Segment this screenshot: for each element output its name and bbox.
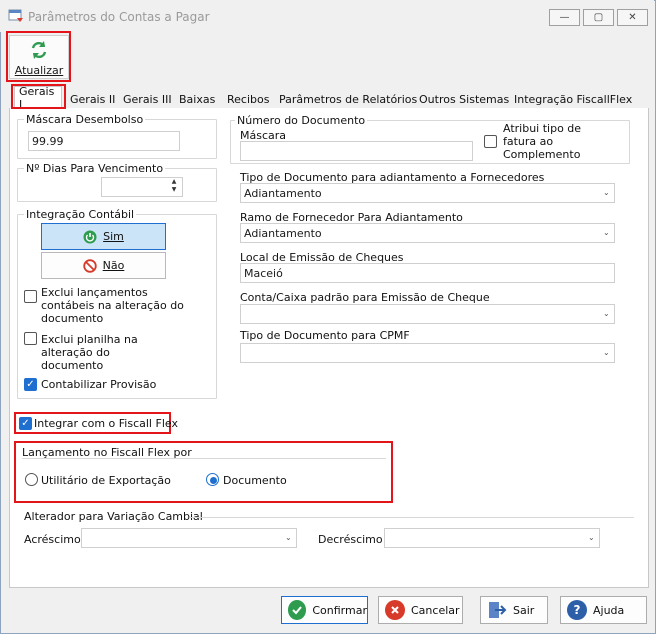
- spin-down-icon[interactable]: ▼: [167, 186, 181, 194]
- local-emissao-input[interactable]: Maceió: [240, 263, 615, 283]
- no-entry-icon: [82, 258, 97, 273]
- conta-caixa-label: Conta/Caixa padrão para Emissão de Chequ…: [240, 291, 490, 304]
- maximize-icon: ▢: [593, 12, 604, 23]
- refresh-icon: [31, 41, 47, 59]
- documento-label: Documento: [223, 474, 287, 487]
- decrescimo-label: Decréscimo: [318, 533, 383, 546]
- contabilizar-provisao-label: Contabilizar Provisão: [41, 378, 157, 391]
- cancel-icon: [385, 600, 405, 620]
- tab-baixas[interactable]: Baixas: [175, 90, 219, 108]
- chevron-down-icon: ⌄: [285, 533, 292, 542]
- minimize-icon: —: [559, 12, 570, 23]
- refresh-label: Atualizar: [14, 64, 64, 77]
- tab-gerais-iii[interactable]: Gerais III: [119, 90, 176, 108]
- cambial-divider: [190, 517, 634, 518]
- lancamento-divider: [22, 458, 386, 459]
- sim-label: Sim: [103, 230, 124, 243]
- chevron-down-icon: ⌄: [603, 348, 610, 357]
- chevron-down-icon: ⌄: [588, 533, 595, 542]
- close-button[interactable]: ✕: [617, 9, 648, 26]
- acrescimo-select[interactable]: ⌄: [81, 528, 297, 548]
- conta-caixa-select[interactable]: ⌄: [240, 304, 615, 324]
- mascara-input[interactable]: [240, 141, 473, 161]
- tab-parametros-relatorios[interactable]: Parâmetros de Relatórios: [275, 90, 421, 108]
- maximize-button[interactable]: ▢: [583, 9, 614, 26]
- chevron-down-icon: ⌄: [603, 228, 610, 237]
- confirmar-button[interactable]: Confirmar: [281, 596, 368, 624]
- contabilizar-provisao-checkbox[interactable]: ✓: [24, 378, 37, 391]
- mascara-desembolso-input[interactable]: 99.99: [28, 131, 180, 151]
- exclui-planilha-label: Exclui planilha na alteração do document…: [41, 333, 138, 372]
- app-icon: [8, 9, 23, 22]
- acrescimo-label: Acréscimo: [24, 533, 81, 546]
- window-title: Parâmetros do Contas a Pagar: [28, 10, 210, 24]
- tab-outros-sistemas[interactable]: Outros Sistemas: [415, 90, 513, 108]
- tipo-doc-adiantamento-select[interactable]: Adiantamento ⌄: [240, 183, 615, 203]
- tab-gerais-ii[interactable]: Gerais II: [66, 90, 119, 108]
- exclui-lancamentos-checkbox[interactable]: [24, 290, 37, 303]
- refresh-button[interactable]: Atualizar: [9, 35, 69, 79]
- integracao-contabil-label: Integração Contábil: [24, 208, 137, 221]
- ramo-fornecedor-select[interactable]: Adiantamento ⌄: [240, 223, 615, 243]
- minimize-button[interactable]: —: [549, 9, 580, 26]
- numero-documento-label: Número do Documento: [235, 114, 368, 127]
- atribui-tipo-label: Atribui tipo de fatura ao Complemento: [503, 122, 582, 161]
- nao-button[interactable]: Não: [41, 252, 166, 279]
- tab-recibos[interactable]: Recibos: [223, 90, 273, 108]
- tipo-doc-cpmf-select[interactable]: ⌄: [240, 343, 615, 363]
- nao-label: Não: [102, 259, 125, 272]
- integrar-fiscall-label: Integrar com o Fiscall Flex: [34, 417, 178, 430]
- confirmar-label: Confirmar: [312, 603, 367, 617]
- tipo-doc-cpmf-label: Tipo de Documento para CPMF: [240, 329, 410, 342]
- cancelar-button[interactable]: Cancelar: [378, 596, 463, 624]
- sair-button[interactable]: Sair: [480, 596, 548, 624]
- cancelar-label: Cancelar: [411, 603, 460, 617]
- cambial-label: Alterador para Variação Cambial: [24, 510, 203, 523]
- documento-radio[interactable]: [206, 473, 219, 486]
- mascara-desembolso-label: Máscara Desembolso: [24, 113, 146, 126]
- exclui-planilha-checkbox[interactable]: [24, 332, 37, 345]
- dias-vencimento-label: Nº Dias Para Vencimento: [24, 162, 166, 175]
- decrescimo-select[interactable]: ⌄: [384, 528, 600, 548]
- utilitario-radio[interactable]: [25, 473, 38, 486]
- close-icon: ✕: [628, 12, 637, 23]
- dias-vencimento-spinner[interactable]: ▲ ▼: [167, 178, 181, 196]
- ajuda-button[interactable]: ? Ajuda: [560, 596, 647, 624]
- integrar-fiscall-checkbox[interactable]: ✓: [19, 417, 32, 430]
- check-icon: [288, 600, 307, 620]
- sim-button[interactable]: Sim: [41, 223, 166, 250]
- help-icon: ?: [567, 600, 587, 620]
- exit-icon: [489, 602, 507, 618]
- exclui-lancamentos-label: Exclui lançamentos contábeis na alteraçã…: [41, 286, 184, 325]
- spin-up-icon[interactable]: ▲: [167, 178, 181, 186]
- chevron-down-icon: ⌄: [603, 309, 610, 318]
- tab-highlight: [11, 84, 66, 109]
- utilitario-label: Utilitário de Exportação: [41, 474, 171, 487]
- chevron-down-icon: ⌄: [603, 188, 610, 197]
- power-icon: [83, 230, 97, 243]
- tab-integracao-fiscallflex[interactable]: Integração FiscallFlex: [510, 90, 636, 108]
- atribui-tipo-checkbox[interactable]: [484, 135, 497, 148]
- sair-label: Sair: [513, 603, 535, 617]
- ajuda-label: Ajuda: [593, 603, 625, 617]
